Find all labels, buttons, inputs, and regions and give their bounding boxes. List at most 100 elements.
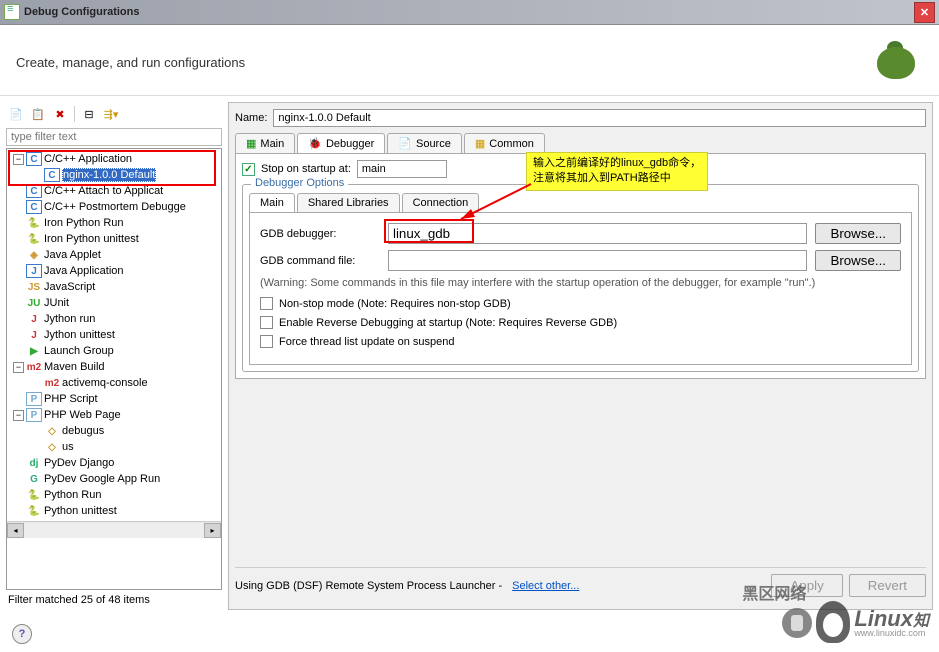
scroll-left-button[interactable]: ◂	[7, 523, 24, 538]
gdb-command-file-label: GDB command file:	[260, 255, 380, 267]
subtab-connection[interactable]: Connection	[402, 193, 480, 212]
tree-item[interactable]: 🐍Python Run	[9, 487, 219, 503]
tree-toggle-icon[interactable]: −	[13, 362, 24, 373]
window-title: Debug Configurations	[24, 6, 914, 18]
tree-item[interactable]: ◇us	[9, 439, 219, 455]
tree-toggle-icon[interactable]: −	[13, 410, 24, 421]
penguin-icon	[816, 601, 850, 643]
gdb-debugger-input[interactable]	[388, 223, 807, 244]
new-config-icon[interactable]: 📄	[8, 106, 24, 122]
tree-item[interactable]: ◇debugus	[9, 423, 219, 439]
tree-item-label: Python Run	[44, 489, 101, 501]
tab-source[interactable]: 📄Source	[387, 133, 462, 153]
debugger-subtabs: Main Shared Libraries Connection	[249, 193, 912, 213]
tree-item-label: C/C++ Application	[44, 153, 132, 165]
tree-item-icon: P	[26, 408, 42, 422]
tab-common[interactable]: ▦Common	[464, 133, 545, 153]
delete-config-icon[interactable]: ✖	[52, 106, 68, 122]
tree-item[interactable]: m2activemq-console	[9, 375, 219, 391]
tree-item-label: Maven Build	[44, 361, 105, 373]
reverse-checkbox[interactable]: ✓	[260, 316, 273, 329]
tree-item[interactable]: JSJavaScript	[9, 279, 219, 295]
gdb-command-file-browse-button[interactable]: Browse...	[815, 250, 901, 271]
revert-button[interactable]: Revert	[849, 574, 926, 597]
stop-on-startup-input[interactable]	[357, 160, 447, 178]
main-area: 📄 📋 ✖ ⊟ ⇶▾ −CC/C++ ApplicationCnginx-1.0…	[0, 96, 939, 616]
force-thread-label: Force thread list update on suspend	[279, 336, 455, 348]
duplicate-config-icon[interactable]: 📋	[30, 106, 46, 122]
tree-item[interactable]: djPyDev Django	[9, 455, 219, 471]
tree-item-icon: J	[26, 264, 42, 278]
collapse-all-icon[interactable]: ⊟	[81, 106, 97, 122]
tree-item-label: nginx-1.0.0 Default	[62, 168, 156, 182]
subtab-main-content: GDB debugger: Browse... GDB command file…	[249, 213, 912, 365]
tree-item[interactable]: JUJUnit	[9, 295, 219, 311]
window-close-button[interactable]: ✕	[914, 2, 935, 23]
tree-item[interactable]: 🐍Iron Python unittest	[9, 231, 219, 247]
filter-status: Filter matched 25 of 48 items	[6, 590, 222, 610]
launcher-text: Using GDB (DSF) Remote System Process La…	[235, 580, 502, 592]
gdb-command-file-input[interactable]	[388, 250, 807, 271]
subtab-shared-libraries[interactable]: Shared Libraries	[297, 193, 400, 212]
force-thread-checkbox[interactable]: ✓	[260, 335, 273, 348]
nonstop-label: Non-stop mode (Note: Requires non-stop G…	[279, 298, 511, 310]
tree-item-label: us	[62, 441, 74, 453]
tree-item-label: Iron Python unittest	[44, 233, 139, 245]
tree-item[interactable]: ▶Launch Group	[9, 343, 219, 359]
window-titlebar: Debug Configurations ✕	[0, 0, 939, 25]
tree-item-label: C/C++ Attach to Applicat	[44, 185, 163, 197]
tree-item-label: PyDev Django	[44, 457, 114, 469]
tab-debugger[interactable]: 🐞Debugger	[297, 133, 385, 153]
subtab-main[interactable]: Main	[249, 193, 295, 212]
gdb-debugger-label: GDB debugger:	[260, 228, 380, 240]
filter-icon[interactable]: ⇶▾	[103, 106, 119, 122]
tree-item[interactable]: −PPHP Web Page	[9, 407, 219, 423]
gdb-debugger-browse-button[interactable]: Browse...	[815, 223, 901, 244]
left-panel: 📄 📋 ✖ ⊟ ⇶▾ −CC/C++ ApplicationCnginx-1.0…	[6, 102, 222, 610]
tree-item[interactable]: −m2Maven Build	[9, 359, 219, 375]
tree-item[interactable]: JJava Application	[9, 263, 219, 279]
tree-item[interactable]: −CC/C++ Application	[9, 151, 219, 167]
tree-item[interactable]: CC/C++ Postmortem Debugge	[9, 199, 219, 215]
tree-item-icon: 🐍	[26, 504, 42, 518]
tree-item[interactable]: JJython run	[9, 311, 219, 327]
tree-item-icon: J	[26, 328, 42, 342]
tree-item-label: Python unittest	[44, 505, 117, 517]
tree-item[interactable]: GPyDev Google App Run	[9, 471, 219, 487]
tree-item-label: debugus	[62, 425, 104, 437]
tab-main[interactable]: ▦Main	[235, 133, 295, 153]
tree-item-icon: JS	[26, 280, 42, 294]
annotation-callout: 输入之前编译好的linux_gdb命令， 注意将其加入到PATH路径中	[526, 152, 708, 191]
tree-item-label: PyDev Google App Run	[44, 473, 160, 485]
help-icon[interactable]: ?	[12, 624, 32, 644]
launcher-row: Using GDB (DSF) Remote System Process La…	[235, 567, 926, 603]
stop-on-startup-label: Stop on startup at:	[261, 163, 351, 175]
tree-item-label: Launch Group	[44, 345, 114, 357]
tree-item-icon: m2	[26, 360, 42, 374]
filter-input[interactable]	[6, 128, 222, 146]
tree-item-label: JavaScript	[44, 281, 95, 293]
select-other-link[interactable]: Select other...	[512, 580, 579, 592]
config-tree[interactable]: −CC/C++ ApplicationCnginx-1.0.0 DefaultC…	[6, 148, 222, 590]
tree-item[interactable]: ◈Java Applet	[9, 247, 219, 263]
tree-item[interactable]: Cnginx-1.0.0 Default	[9, 167, 219, 183]
tree-item[interactable]: PPHP Script	[9, 391, 219, 407]
tree-item[interactable]: 🐍Iron Python Run	[9, 215, 219, 231]
tree-item[interactable]: JJython unittest	[9, 327, 219, 343]
tree-item-icon: ▶	[26, 344, 42, 358]
scroll-right-button[interactable]: ▸	[204, 523, 221, 538]
config-tabs: ▦Main 🐞Debugger 📄Source ▦Common	[235, 133, 926, 154]
dialog-header: Create, manage, and run configurations	[0, 25, 939, 96]
tree-item[interactable]: 🐍Python unittest	[9, 503, 219, 519]
stop-on-startup-checkbox[interactable]: ✓	[242, 163, 255, 176]
tree-item-icon: ◇	[44, 440, 60, 454]
tree-toggle-icon[interactable]: −	[13, 154, 24, 165]
nonstop-checkbox[interactable]: ✓	[260, 297, 273, 310]
config-detail-panel: Name: ▦Main 🐞Debugger 📄Source ▦Common ✓ …	[228, 102, 933, 610]
reverse-label: Enable Reverse Debugging at startup (Not…	[279, 317, 617, 329]
tree-item-icon: C	[26, 152, 42, 166]
config-name-input[interactable]	[273, 109, 926, 127]
tree-item-label: Jython run	[44, 313, 95, 325]
tree-item[interactable]: CC/C++ Attach to Applicat	[9, 183, 219, 199]
horizontal-scrollbar[interactable]: ◂ ▸	[7, 521, 221, 538]
